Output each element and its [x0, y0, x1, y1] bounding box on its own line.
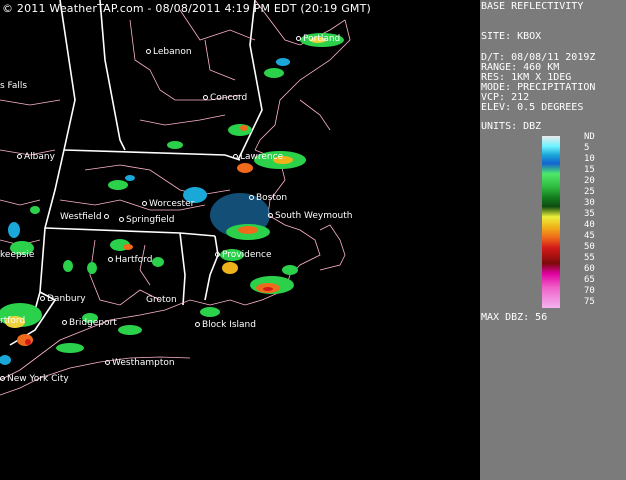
city-label-lebanon: Lebanon	[146, 47, 192, 57]
city-label-worcester: Worcester	[142, 199, 194, 209]
legend-label: 40	[584, 220, 595, 230]
legend-label: 70	[584, 286, 595, 296]
city-label-westfield: Westfield	[60, 212, 111, 222]
radar-map[interactable]: © 2011 WeatherTAP.com - 08/08/2011 4:19 …	[0, 0, 480, 480]
legend-label: 20	[584, 176, 595, 186]
city-label-hartford: Hartford	[108, 255, 152, 265]
city-marker-icon	[296, 36, 301, 41]
city-marker-icon	[119, 217, 124, 222]
elevation-line: ELEV: 0.5 DEGREES	[481, 102, 584, 113]
dbz-color-legend	[542, 136, 560, 308]
city-label-boston: Boston	[249, 193, 287, 203]
legend-label: 5	[584, 143, 590, 153]
legend-label: 30	[584, 198, 595, 208]
city-label-falls: s Falls	[0, 81, 28, 91]
max-dbz-line: MAX DBZ: 56	[481, 312, 548, 323]
city-marker-icon	[268, 213, 273, 218]
city-label-albany: Albany	[17, 152, 55, 162]
city-label-new-york-city: New York City	[0, 374, 69, 384]
units-line: UNITS: DBZ	[481, 121, 542, 132]
legend-label: 35	[584, 209, 595, 219]
city-marker-icon	[215, 252, 220, 257]
city-marker-icon	[195, 322, 200, 327]
legend-label: 55	[584, 253, 595, 263]
legend-label: ND	[584, 132, 595, 142]
city-marker-icon	[103, 214, 109, 219]
city-label-lawrence: Lawrence	[233, 152, 283, 162]
legend-label: 65	[584, 275, 595, 285]
city-marker-icon	[233, 154, 238, 159]
city-marker-icon	[40, 296, 45, 301]
site-line: SITE: KBOX	[481, 31, 542, 42]
city-marker-icon	[142, 201, 147, 206]
legend-label: 75	[584, 297, 595, 307]
city-label-danbury: Danbury	[40, 294, 86, 304]
city-label-block-island: Block Island	[195, 320, 256, 330]
city-marker-icon	[203, 95, 208, 100]
city-label-south-weymouth: South Weymouth	[268, 211, 352, 221]
city-marker-icon	[146, 49, 151, 54]
legend-label: 25	[584, 187, 595, 197]
city-label-westhampton: Westhampton	[105, 358, 175, 368]
copyright-banner: © 2011 WeatherTAP.com - 08/08/2011 4:19 …	[2, 2, 372, 15]
legend-label: 15	[584, 165, 595, 175]
city-marker-icon	[62, 320, 67, 325]
city-label-groton: Groton	[146, 295, 177, 305]
city-label-providence: Providence	[215, 250, 272, 260]
city-label-portland: Portland	[296, 34, 340, 44]
info-panel: BASE REFLECTIVITY SITE: KBOX D/T: 08/08/…	[480, 0, 626, 480]
legend-label: 50	[584, 242, 595, 252]
city-marker-icon	[108, 257, 113, 262]
legend-label: 10	[584, 154, 595, 164]
city-label-springfield: Springfield	[119, 215, 174, 225]
city-marker-icon	[17, 154, 22, 159]
city-marker-icon	[249, 195, 254, 200]
city-label-bridgeport: Bridgeport	[62, 318, 117, 328]
city-label-concord: Concord	[203, 93, 247, 103]
city-marker-icon	[105, 360, 110, 365]
legend-label: 60	[584, 264, 595, 274]
map-geometry	[0, 0, 351, 396]
city-label-hartford-partial: rtford	[0, 316, 26, 326]
product-title: BASE REFLECTIVITY	[481, 1, 584, 12]
city-label-poughkeepsie: keepsie	[0, 250, 35, 260]
city-marker-icon	[0, 376, 5, 381]
legend-label: 45	[584, 231, 595, 241]
